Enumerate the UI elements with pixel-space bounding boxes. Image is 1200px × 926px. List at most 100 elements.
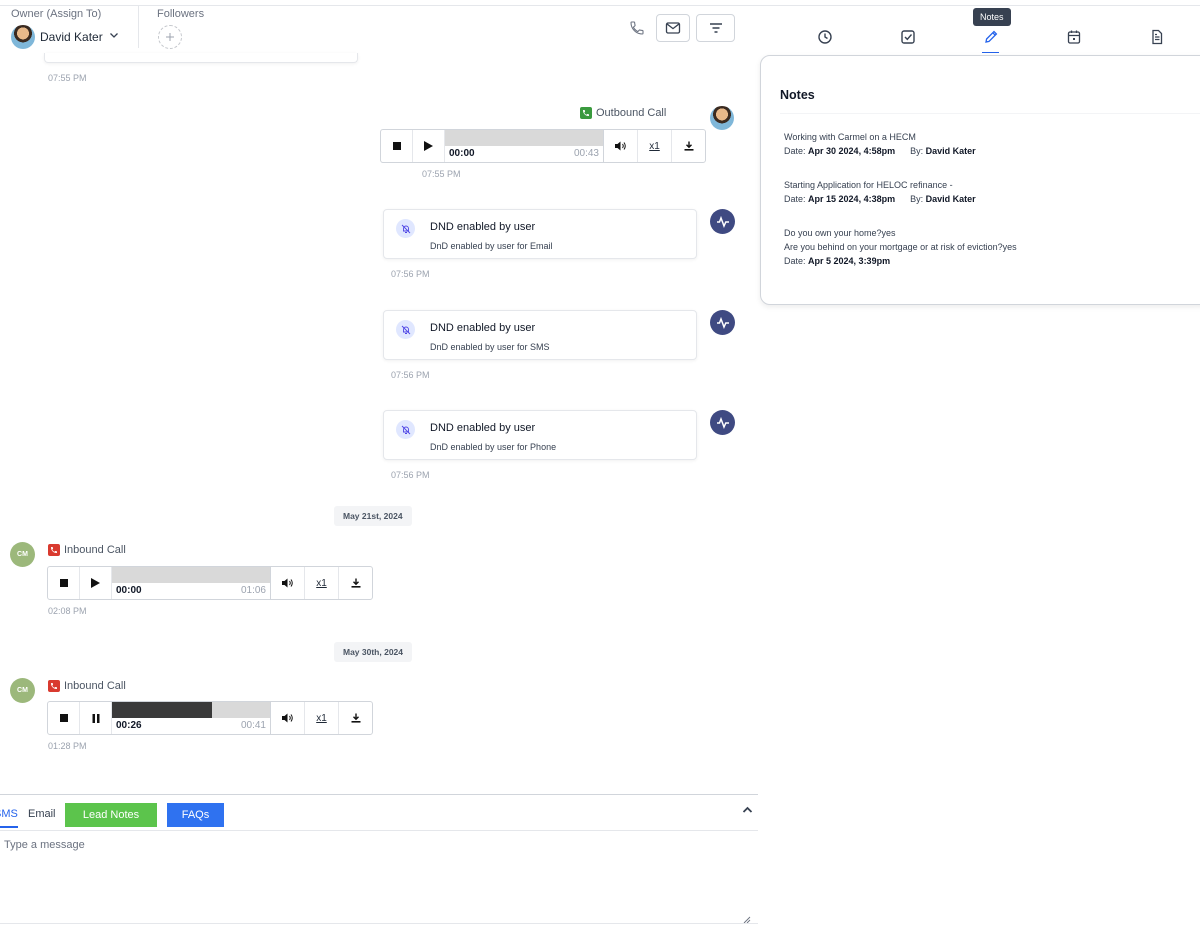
playback-speed[interactable]: x1 — [305, 702, 339, 734]
note-date-label: Date: — [784, 146, 806, 156]
mail-icon — [665, 22, 681, 34]
message-composer: SMS Email Lead Notes FAQs — [0, 794, 758, 924]
notes-tab-indicator — [982, 52, 999, 53]
playback-speed[interactable]: x1 — [638, 130, 672, 162]
play-icon — [424, 141, 433, 151]
volume-button[interactable] — [604, 130, 638, 162]
resize-handle-icon[interactable] — [743, 911, 751, 924]
volume-icon — [281, 578, 293, 588]
notes-panel: Notes Working with Carmel on a HECM Date… — [760, 55, 1200, 305]
note-date: Apr 15 2024, 4:38pm — [808, 194, 896, 204]
composer-divider — [0, 830, 758, 831]
download-icon — [351, 713, 360, 723]
activity-icon — [710, 310, 735, 335]
dnd-subtitle: DnD enabled by user for Phone — [430, 442, 557, 452]
lead-notes-button[interactable]: Lead Notes — [65, 803, 157, 827]
phone-icon — [630, 21, 644, 35]
pause-icon — [92, 713, 99, 723]
notes-tab[interactable] — [981, 27, 1001, 47]
message-time: 07:56 PM — [391, 370, 430, 380]
stop-icon — [59, 579, 68, 587]
call-label-text: Inbound Call — [64, 680, 126, 692]
audio-player: 00:00 01:06 x1 — [47, 566, 373, 600]
pause-button[interactable] — [80, 702, 112, 734]
audio-progress[interactable]: 00:00 00:43 — [445, 130, 604, 162]
tasks-tab[interactable] — [898, 27, 918, 47]
volume-button[interactable] — [271, 702, 305, 734]
header-divider — [138, 6, 139, 48]
inbound-call-label: Inbound Call — [48, 544, 126, 556]
document-icon — [1152, 29, 1163, 45]
dnd-event-card: DND enabled by user DnD enabled by user … — [383, 410, 697, 460]
collapse-composer-button[interactable] — [740, 803, 754, 817]
note-item[interactable]: Working with Carmel on a HECM Date: Apr … — [784, 130, 976, 158]
note-by-label: By: — [910, 146, 924, 156]
play-button[interactable] — [80, 567, 112, 599]
calendar-tab[interactable] — [1064, 27, 1084, 47]
audio-progress[interactable]: 00:26 00:41 — [112, 702, 271, 734]
contact-avatar: CM — [10, 678, 35, 703]
note-date-label: Date: — [784, 256, 806, 266]
faqs-button[interactable]: FAQs — [167, 803, 224, 827]
volume-button[interactable] — [271, 567, 305, 599]
tab-sms[interactable]: SMS — [0, 808, 18, 828]
dnd-title: DND enabled by user — [430, 221, 536, 233]
add-follower-button[interactable] — [158, 25, 182, 49]
outbound-call-icon — [580, 107, 592, 119]
current-time: 00:00 — [116, 585, 142, 596]
volume-icon — [614, 141, 626, 151]
owner-select[interactable]: David Kater — [11, 25, 120, 49]
outbound-call-label: Outbound Call — [580, 107, 666, 119]
composer-bottom-border — [0, 923, 758, 924]
current-time: 00:00 — [449, 148, 475, 159]
audio-progress[interactable]: 00:00 01:06 — [112, 567, 271, 599]
download-button[interactable] — [672, 130, 705, 162]
stop-button[interactable] — [381, 130, 413, 162]
call-label-text: Inbound Call — [64, 544, 126, 556]
bell-off-icon — [396, 420, 415, 439]
filter-icon — [709, 23, 722, 33]
duration: 00:41 — [240, 720, 266, 731]
note-item[interactable]: Do you own your home?yes Are you behind … — [784, 226, 1017, 268]
note-text-2: Are you behind on your mortgage or at ri… — [784, 242, 1017, 252]
stop-icon — [59, 714, 68, 722]
filter-button[interactable] — [696, 14, 735, 42]
download-button[interactable] — [339, 702, 372, 734]
history-icon — [818, 30, 832, 44]
phone-button[interactable] — [627, 18, 647, 38]
task-icon — [901, 30, 915, 44]
owner-label: Owner (Assign To) — [11, 8, 102, 20]
notes-divider — [780, 113, 1200, 114]
dnd-title: DND enabled by user — [430, 322, 536, 334]
email-button[interactable] — [656, 14, 690, 42]
inbound-call-label: Inbound Call — [48, 680, 126, 692]
chevron-down-icon — [108, 28, 120, 46]
dnd-subtitle: DnD enabled by user for SMS — [430, 342, 550, 352]
bell-off-icon — [396, 320, 415, 339]
owner-avatar — [11, 25, 35, 49]
stop-button[interactable] — [48, 702, 80, 734]
note-item[interactable]: Starting Application for HELOC refinance… — [784, 178, 976, 206]
stop-button[interactable] — [48, 567, 80, 599]
note-author: David Kater — [925, 146, 976, 156]
history-tab[interactable] — [815, 27, 835, 47]
playback-speed[interactable]: x1 — [305, 567, 339, 599]
download-button[interactable] — [339, 567, 372, 599]
duration: 01:06 — [240, 585, 266, 596]
message-input[interactable] — [4, 839, 752, 919]
top-divider — [0, 5, 1200, 6]
notes-tooltip: Notes — [973, 8, 1011, 26]
tab-email[interactable]: Email — [28, 808, 56, 820]
volume-icon — [281, 713, 293, 723]
chevron-up-icon — [742, 806, 752, 813]
progress-track — [445, 130, 603, 146]
plus-icon — [166, 33, 174, 41]
message-time: 07:55 PM — [422, 169, 461, 179]
download-icon — [684, 141, 693, 151]
play-button[interactable] — [413, 130, 445, 162]
audio-player: 00:00 00:43 x1 — [380, 129, 706, 163]
dnd-event-card: DND enabled by user DnD enabled by user … — [383, 209, 697, 259]
dnd-event-card: DND enabled by user DnD enabled by user … — [383, 310, 697, 360]
documents-tab[interactable] — [1147, 27, 1167, 47]
message-time: 07:56 PM — [391, 269, 430, 279]
